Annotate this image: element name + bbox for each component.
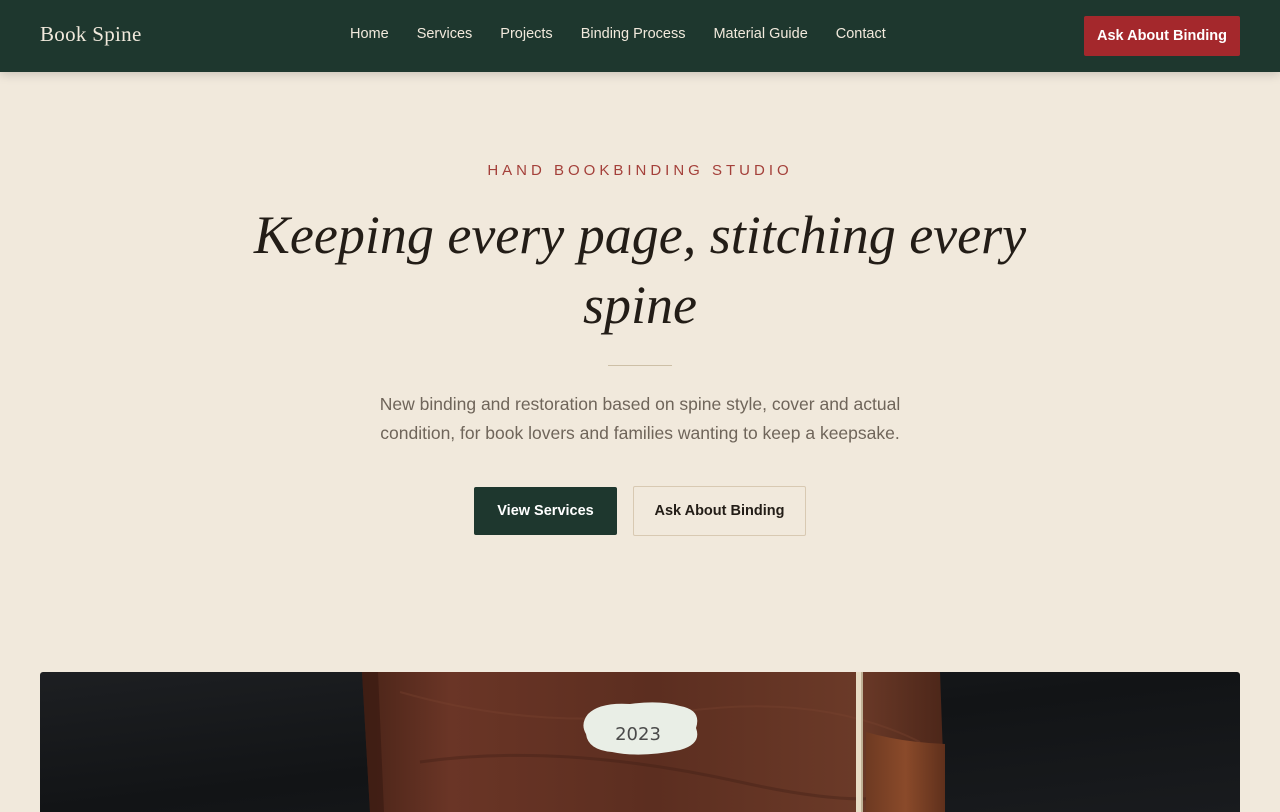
hero-description: New binding and restoration based on spi… (379, 394, 901, 443)
hero-title: Keeping every page, stitching every spin… (253, 205, 1027, 335)
hero-image-leather-journal: 2023 (40, 672, 1240, 812)
main-nav: Home Services Projects Binding Process M… (336, 24, 900, 44)
nav-item-projects[interactable]: Projects (486, 24, 566, 44)
journal-label-text: 2023 (615, 724, 661, 745)
hero-divider (608, 365, 672, 366)
nav-item-home[interactable]: Home (336, 24, 403, 44)
nav-item-material-guide[interactable]: Material Guide (699, 24, 821, 44)
nav-item-services[interactable]: Services (403, 24, 487, 44)
nav-item-binding-process[interactable]: Binding Process (567, 24, 700, 44)
hero-eyebrow: HAND BOOKBINDING STUDIO (487, 162, 793, 179)
view-services-button[interactable]: View Services (474, 487, 617, 535)
ask-about-binding-button[interactable]: Ask About Binding (633, 486, 806, 536)
site-header: Book Spine Home Services Projects Bindin… (0, 0, 1280, 72)
brand-logo[interactable]: Book Spine (40, 22, 142, 47)
nav-item-contact[interactable]: Contact (822, 24, 900, 44)
ask-about-binding-header-button[interactable]: Ask About Binding (1084, 16, 1240, 56)
